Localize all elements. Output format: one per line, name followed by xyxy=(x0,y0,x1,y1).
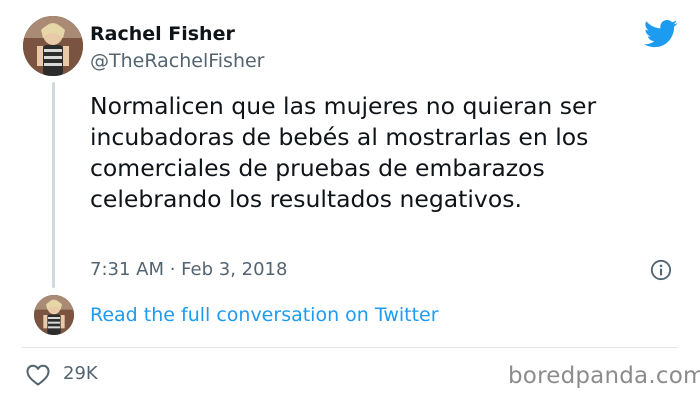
divider xyxy=(22,347,678,348)
author-avatar-small[interactable] xyxy=(34,295,74,335)
author-display-name[interactable]: Rachel Fisher xyxy=(90,23,235,45)
read-full-conversation-link[interactable]: Read the full conversation on Twitter xyxy=(90,304,439,326)
info-icon[interactable] xyxy=(650,259,672,281)
tweet-timestamp[interactable]: 7:31 AM · Feb 3, 2018 xyxy=(90,259,287,280)
avatar-photo xyxy=(34,295,74,335)
like-count: 29K xyxy=(63,363,98,384)
author-handle[interactable]: @TheRachelFisher xyxy=(90,50,265,72)
tweet-text: Normalicen que las mujeres no quieran se… xyxy=(90,92,597,213)
avatar-photo xyxy=(23,16,83,76)
author-avatar[interactable] xyxy=(23,16,83,76)
heart-icon[interactable] xyxy=(26,364,50,386)
thread-connector-line xyxy=(52,82,55,288)
twitter-bird-icon[interactable] xyxy=(644,19,678,49)
watermark: boredpanda.com xyxy=(508,363,700,389)
